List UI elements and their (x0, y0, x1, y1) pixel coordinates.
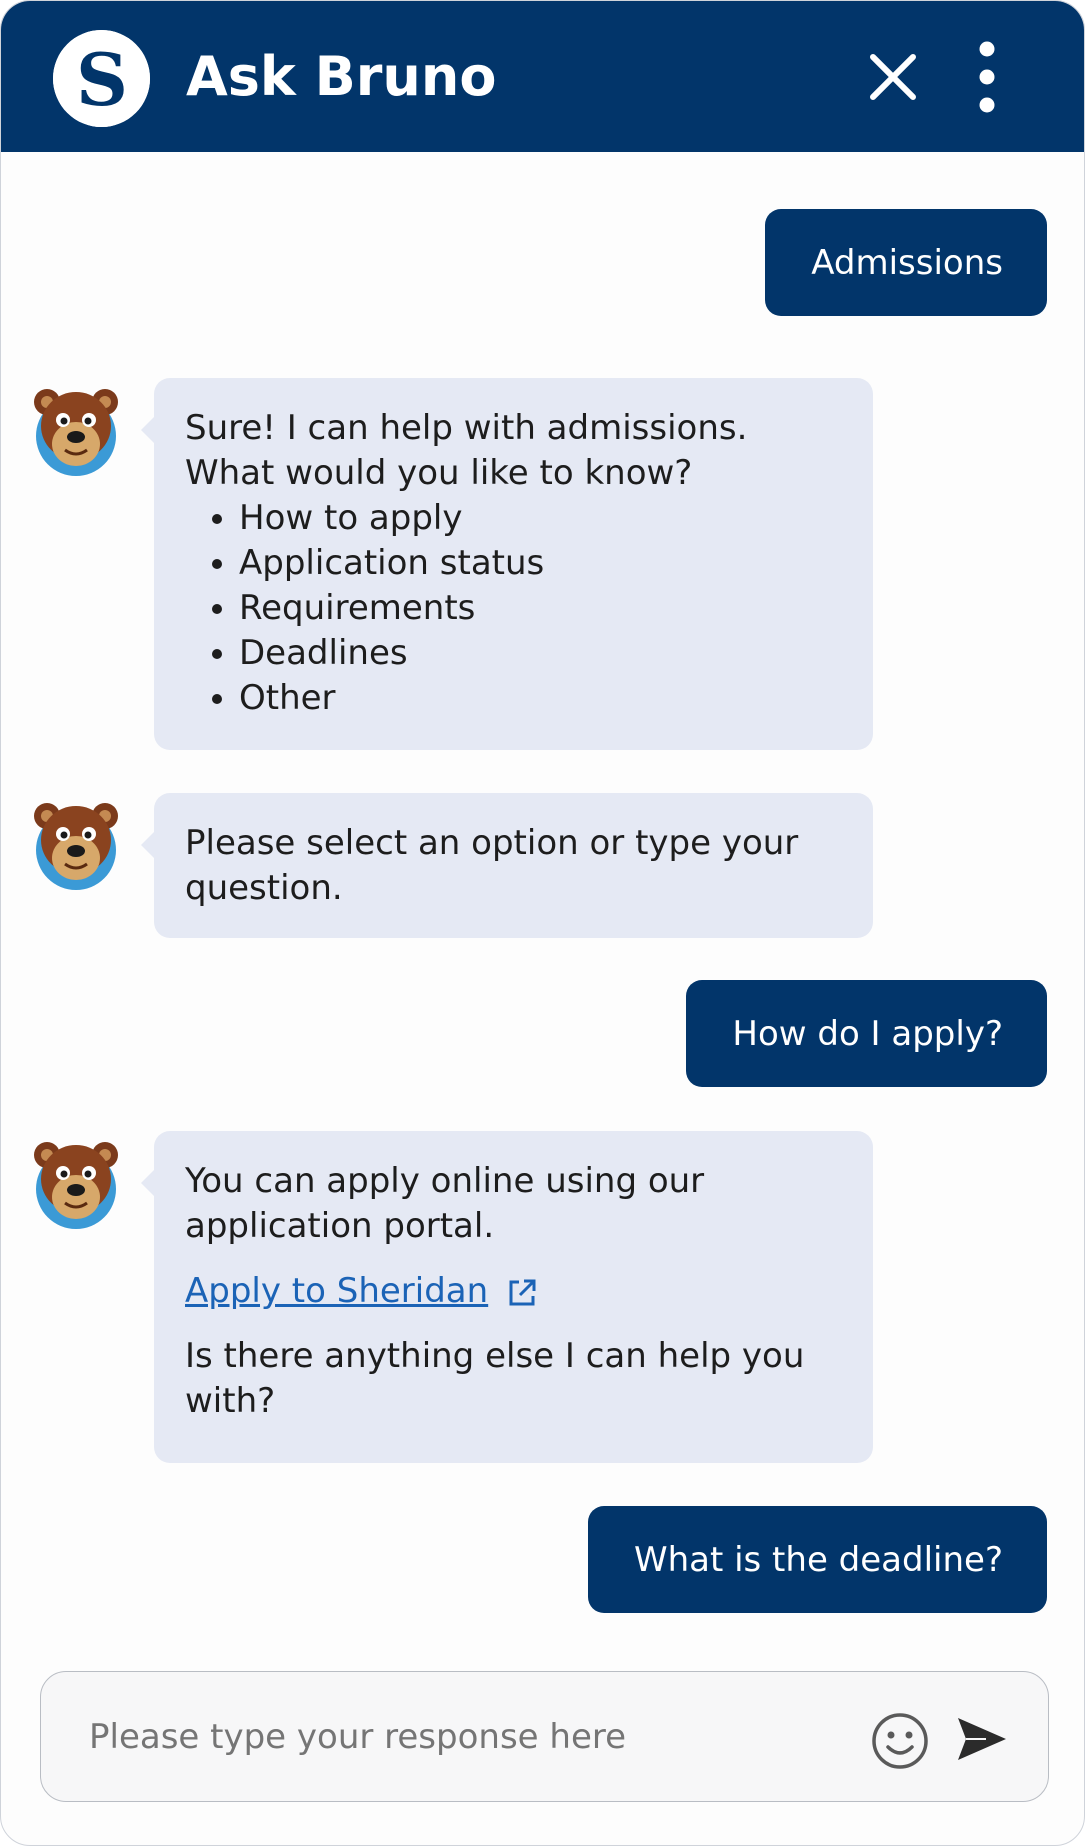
bot-message-text: What would you like to know? (185, 453, 693, 493)
list-item: Other (239, 676, 843, 721)
apply-link[interactable]: Apply to Sheridan (185, 1269, 488, 1314)
sheridan-logo: S (53, 30, 150, 127)
bruno-bear-avatar (33, 382, 119, 478)
list-item: How to apply (239, 496, 843, 541)
user-message: Admissions (765, 209, 1047, 316)
close-icon[interactable] (863, 47, 923, 107)
chat-title: Ask Bruno (186, 45, 497, 108)
bot-message-text: Please select an option or type your que… (185, 823, 799, 908)
list-item: Application status (239, 541, 843, 586)
chat-window: S Ask Bruno Admissions Sure! I can help … (0, 0, 1085, 1846)
send-icon[interactable] (956, 1716, 1008, 1762)
smiley-icon[interactable] (870, 1711, 930, 1771)
user-message: How do I apply? (686, 980, 1047, 1087)
bot-message-text: You can apply online using our applicati… (185, 1161, 705, 1246)
bruno-bear-avatar (33, 796, 119, 892)
chat-header: S Ask Bruno (1, 1, 1084, 152)
message-composer (40, 1671, 1049, 1802)
user-message: What is the deadline? (587, 1506, 1047, 1613)
link-row: Apply to Sheridan (185, 1269, 843, 1314)
list-item: Requirements (239, 586, 843, 631)
message-input[interactable] (87, 1700, 851, 1774)
bot-message: You can apply online using our applicati… (141, 1131, 873, 1463)
bot-message: Sure! I can help with admissions. What w… (141, 378, 873, 750)
svg-text:S: S (76, 37, 128, 122)
list-item: Deadlines (239, 631, 843, 676)
bot-message-text: Is there anything else I can help you wi… (185, 1336, 805, 1421)
bot-message: Please select an option or type your que… (141, 793, 873, 938)
external-link-icon (506, 1276, 538, 1308)
bruno-bear-avatar (33, 1135, 119, 1231)
bot-message-text: Sure! I can help with admissions. (185, 408, 748, 448)
options-list: How to apply Application status Requirem… (185, 496, 843, 721)
more-vertical-icon[interactable] (967, 39, 1007, 115)
